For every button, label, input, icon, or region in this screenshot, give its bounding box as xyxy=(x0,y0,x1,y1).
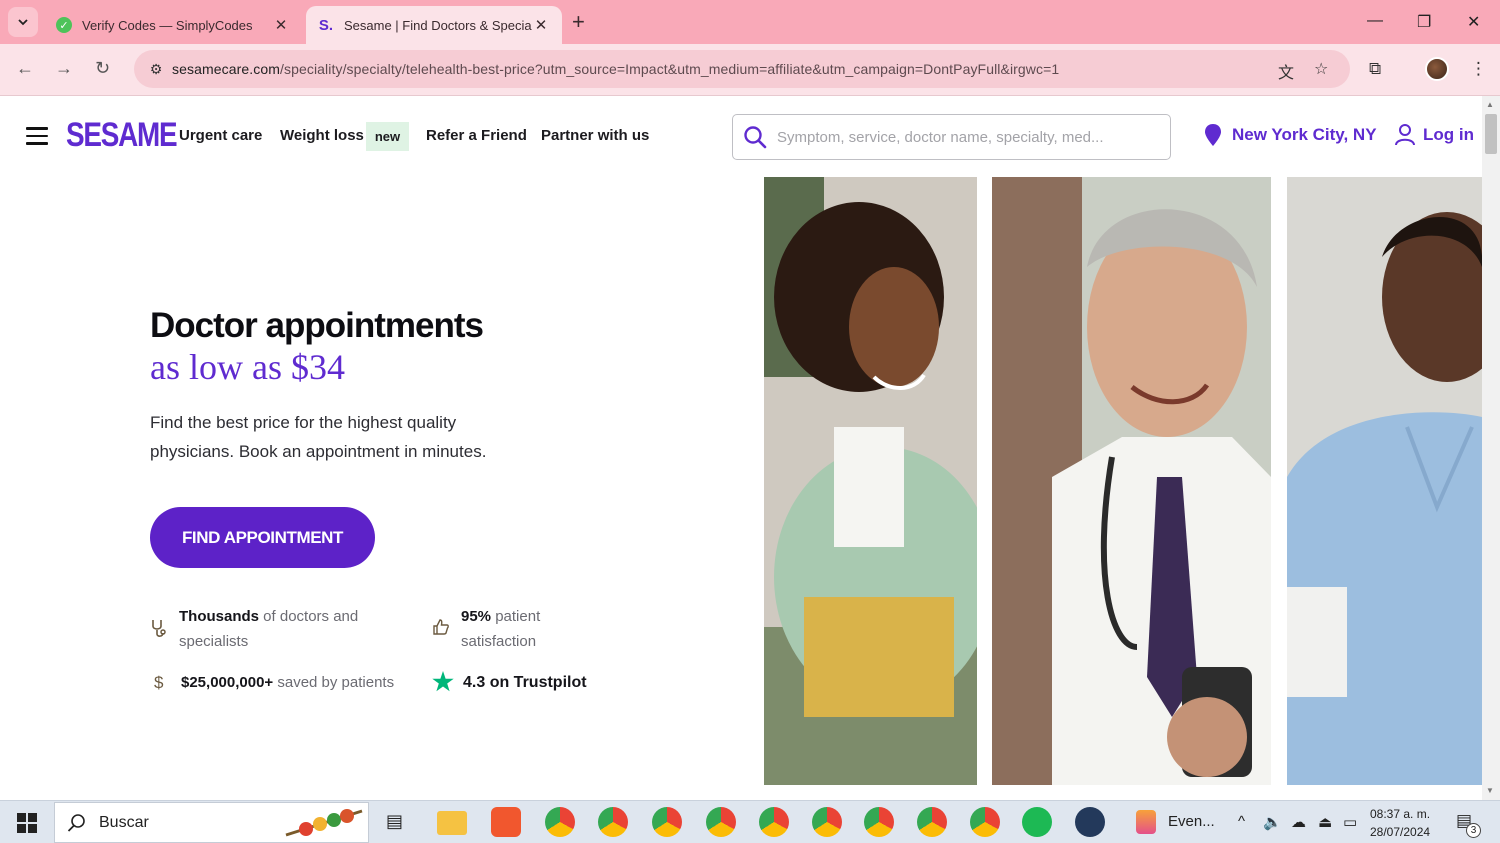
scroll-up-icon[interactable]: ▲ xyxy=(1486,100,1494,109)
nav-urgent-care[interactable]: Urgent care xyxy=(179,127,262,144)
file-explorer-icon[interactable] xyxy=(437,811,467,835)
browser-tab-bar: ✓ Verify Codes — SimplyCodes ✕ S. Sesame… xyxy=(0,0,1500,44)
clock-date: 28/07/2024 xyxy=(1370,825,1431,839)
chrome-profile-e-icon[interactable] xyxy=(759,807,789,837)
forward-icon[interactable]: → xyxy=(55,58,73,79)
hero-subtitle: Find the best price for the highest qual… xyxy=(150,413,487,461)
chrome-profile-i-icon[interactable] xyxy=(652,807,682,837)
taskbar-search-label: Buscar xyxy=(99,813,149,831)
thumbs-up-icon xyxy=(433,619,449,635)
chrome-profile-s-icon[interactable] xyxy=(545,807,575,837)
minimize-icon[interactable]: — xyxy=(1367,12,1383,30)
usb-icon[interactable]: ⏏ xyxy=(1318,813,1332,831)
windows-start-icon[interactable] xyxy=(17,813,37,833)
site-info-icon[interactable]: ⚙ xyxy=(140,61,172,78)
tab-title: Sesame | Find Doctors & Specia xyxy=(344,17,532,33)
scroll-down-icon[interactable]: ▼ xyxy=(1486,786,1494,795)
search-icon xyxy=(733,125,777,149)
taskbar-search[interactable]: Buscar xyxy=(54,802,369,843)
close-tab-icon[interactable]: ✕ xyxy=(532,16,550,34)
find-appointment-button[interactable]: FIND APPOINTMENT xyxy=(150,507,375,568)
chrome-profile-y-icon[interactable] xyxy=(970,807,1000,837)
event-label[interactable]: Even... xyxy=(1168,813,1215,830)
nav-partner-with-us[interactable]: Partner with us xyxy=(541,127,649,144)
profile-avatar[interactable] xyxy=(1425,57,1449,81)
notification-count-badge: 3 xyxy=(1466,823,1481,838)
reload-icon[interactable]: ↻ xyxy=(95,58,110,79)
onedrive-icon[interactable]: ☁ xyxy=(1291,813,1306,831)
windows-taskbar: Buscar ▤ Even... ^ 🔈 ☁ ⏏ ▭ 08:37 a. m. 2… xyxy=(0,800,1500,843)
close-tab-icon[interactable]: ✕ xyxy=(272,16,290,34)
simplycodes-favicon-icon: ✓ xyxy=(56,17,72,33)
wordpress-icon[interactable] xyxy=(1075,807,1105,837)
hero-photo-patient xyxy=(764,177,977,785)
location-pin-icon xyxy=(1205,124,1221,146)
taskbar-clock[interactable]: 08:37 a. m. 28/07/2024 xyxy=(1370,805,1430,841)
sesame-page: SESAME Urgent care Weight loss new Refer… xyxy=(0,96,1482,800)
hero-photo-doctor xyxy=(992,177,1271,785)
event-app-icon[interactable] xyxy=(1136,810,1156,834)
network-icon[interactable]: ▭ xyxy=(1343,813,1357,831)
url-text[interactable]: sesamecare.com/speciality/specialty/tele… xyxy=(172,61,1350,77)
page-scrollbar[interactable]: ▲ ▼ xyxy=(1482,96,1500,800)
nav-weight-loss[interactable]: Weight loss xyxy=(280,127,364,144)
sesame-favicon-icon: S. xyxy=(318,16,334,34)
user-icon xyxy=(1395,124,1415,146)
new-badge: new xyxy=(366,122,409,151)
tab-title: Verify Codes — SimplyCodes xyxy=(82,17,253,33)
hero-title: Doctor appointments xyxy=(150,306,484,345)
chrome-profile-e2-icon[interactable] xyxy=(864,807,894,837)
chevron-down-icon xyxy=(18,19,28,26)
extensions-icon[interactable]: ⧉ xyxy=(1369,59,1381,79)
login-label: Log in xyxy=(1423,125,1474,144)
close-window-icon[interactable]: ✕ xyxy=(1467,12,1480,32)
stat-saved: $ $25,000,000+ saved by patients xyxy=(150,670,420,695)
volume-icon[interactable]: 🔈 xyxy=(1263,813,1282,831)
stat-doctors: Thousands of doctors and specialists xyxy=(150,604,390,654)
scrollbar-thumb[interactable] xyxy=(1485,114,1497,154)
sesame-logo[interactable]: SESAME xyxy=(66,116,178,155)
chrome-profile-dark-icon[interactable] xyxy=(917,807,947,837)
address-bar[interactable]: ⚙ sesamecare.com/speciality/specialty/te… xyxy=(134,50,1350,88)
spotify-icon[interactable] xyxy=(1022,807,1052,837)
translate-icon[interactable]: 文 xyxy=(1278,59,1294,83)
search-box[interactable] xyxy=(732,114,1171,160)
chrome-profile-avatar-icon[interactable] xyxy=(598,807,628,837)
hero-title-accent: as low as $34 xyxy=(150,347,345,387)
search-input[interactable] xyxy=(777,128,1157,146)
brave-browser-icon[interactable] xyxy=(491,807,521,837)
menu-icon[interactable]: ⋮ xyxy=(1470,59,1487,79)
back-icon[interactable]: ← xyxy=(16,58,34,79)
hero-photo-nurse xyxy=(1287,177,1482,785)
login-link[interactable]: Log in xyxy=(1395,124,1474,146)
chrome-profile-la-icon[interactable] xyxy=(706,807,736,837)
new-tab-icon[interactable]: + xyxy=(572,10,585,34)
star-icon xyxy=(432,671,454,692)
dollar-icon: $ xyxy=(154,673,164,692)
tab-search-button[interactable] xyxy=(8,7,38,37)
location-selector[interactable]: New York City, NY xyxy=(1204,124,1377,146)
bookmark-star-icon[interactable]: ☆ xyxy=(1314,59,1328,79)
task-view-icon[interactable]: ▤ xyxy=(386,811,403,832)
clock-time: 08:37 a. m. xyxy=(1370,807,1431,821)
tab-sesame[interactable]: S. Sesame | Find Doctors & Specia ✕ xyxy=(306,6,562,44)
restore-icon[interactable]: ❐ xyxy=(1417,12,1431,32)
chrome-profile-c-icon[interactable] xyxy=(812,807,842,837)
stethoscope-icon xyxy=(152,620,166,637)
search-icon xyxy=(67,813,85,832)
browser-toolbar: ← → ↻ ⚙ sesamecare.com/speciality/specia… xyxy=(0,44,1500,96)
search-highlight-icon xyxy=(285,809,363,837)
nav-refer-a-friend[interactable]: Refer a Friend xyxy=(426,127,527,144)
tray-expand-icon[interactable]: ^ xyxy=(1238,813,1245,830)
location-label: New York City, NY xyxy=(1232,125,1377,144)
tab-simplycodes[interactable]: ✓ Verify Codes — SimplyCodes ✕ xyxy=(44,6,302,44)
stat-trustpilot[interactable]: 4.3 on Trustpilot xyxy=(432,670,602,695)
stat-satisfaction: 95% patient satisfaction xyxy=(432,604,582,654)
hamburger-menu-icon[interactable] xyxy=(26,127,48,150)
